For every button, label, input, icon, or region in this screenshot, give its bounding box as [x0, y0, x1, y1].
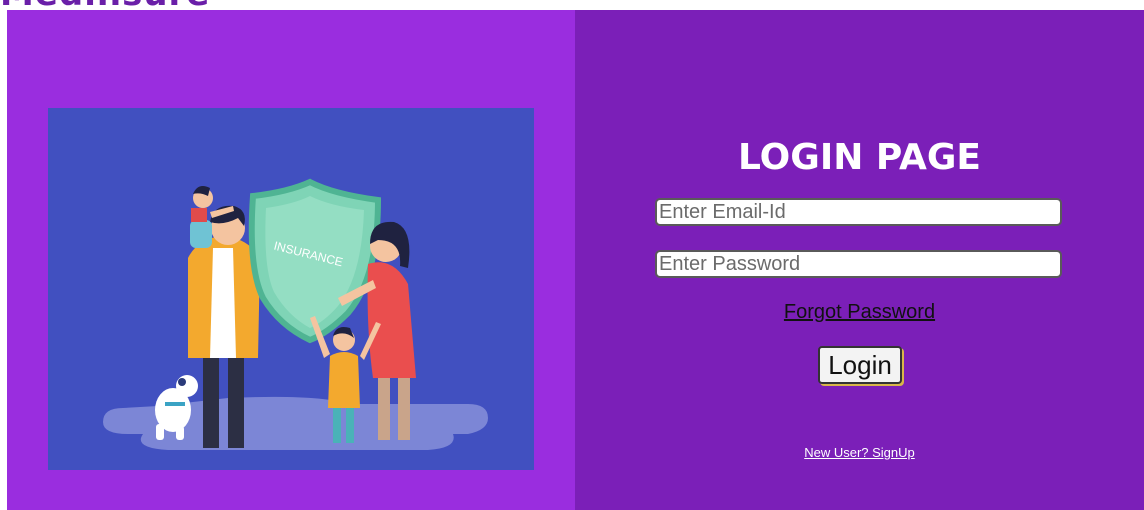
page-title: LOGIN PAGE — [738, 137, 981, 178]
family-insurance-image: INSURANCE — [103, 178, 488, 450]
family-insurance-illustration: INSURANCE — [48, 108, 534, 470]
brand-logo-text: Medinsure — [0, 0, 210, 14]
login-panel: LOGIN PAGE Forgot Password Login New Use… — [575, 10, 1144, 510]
left-panel: INSURANCE — [7, 10, 575, 510]
forgot-password-link[interactable]: Forgot Password — [575, 301, 1144, 324]
login-button[interactable]: Login — [818, 346, 902, 384]
password-input[interactable] — [655, 250, 1062, 278]
email-input[interactable] — [655, 198, 1062, 226]
signup-link[interactable]: New User? SignUp — [575, 445, 1144, 460]
